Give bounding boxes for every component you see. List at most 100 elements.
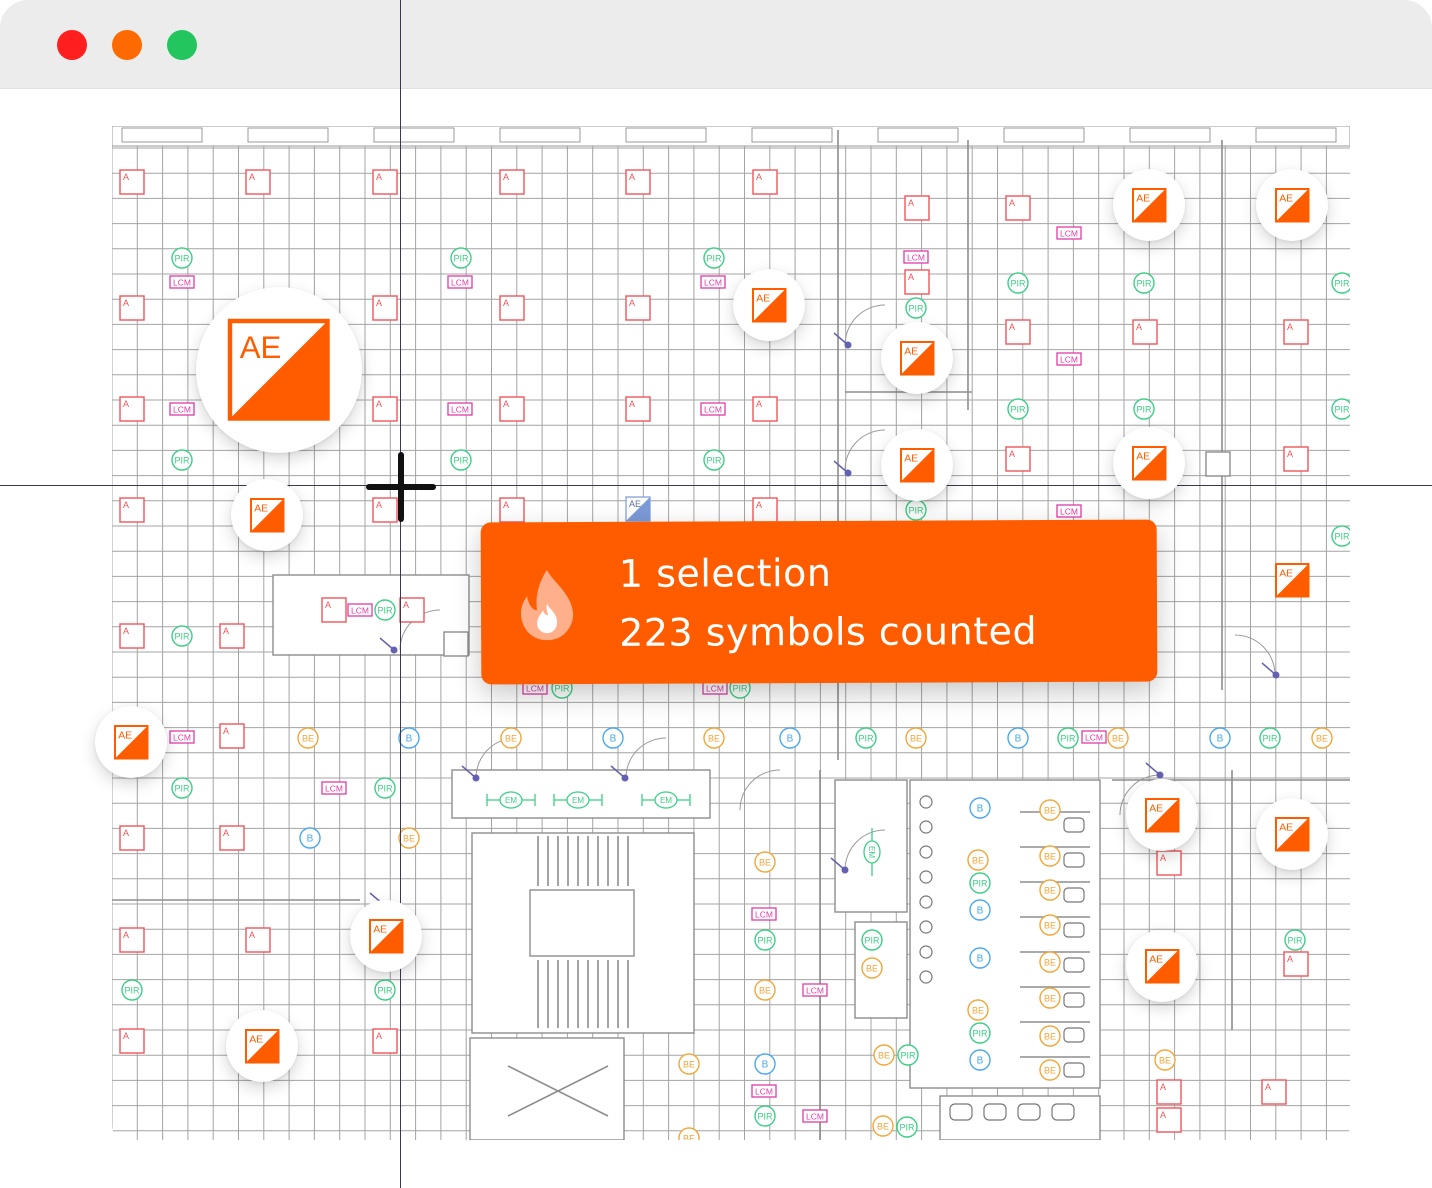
ae-count-marker[interactable]: AE [1113,427,1185,499]
exit-sign-symbol: A [119,1028,145,1054]
svg-text:PIR: PIR [908,506,924,516]
svg-text:A: A [123,500,129,510]
pir-sensor-symbol: PIR [171,449,193,471]
ae-emergency-light-icon: AE [1144,797,1180,833]
b-symbol: B [779,727,801,749]
crosshair-cursor-icon [366,452,436,522]
ae-count-marker[interactable]: AE [1256,798,1328,870]
svg-text:LCM: LCM [1085,733,1103,743]
lcm-symbol: LCM [702,681,728,695]
toilet-block-lower [939,1095,1101,1140]
ae-count-marker[interactable]: AE [881,429,953,501]
lcm-symbol: LCM [321,781,347,795]
ae-count-marker[interactable]: AE [1113,169,1185,241]
lcm-symbol: LCM [1081,730,1107,744]
svg-text:B: B [610,734,617,745]
svg-text:PIR: PIR [1136,405,1152,415]
svg-text:A: A [629,172,635,182]
svg-text:A: A [376,399,382,409]
ae-count-marker[interactable]: AE [1126,779,1198,851]
ae-count-marker[interactable]: AE [226,1010,298,1082]
be-symbol: BE [967,999,989,1021]
svg-text:LCM: LCM [907,253,925,263]
svg-text:PIR: PIR [757,1112,773,1122]
be-symbol: BE [1039,1059,1061,1081]
ae-emergency-light-icon: AE [1274,816,1310,852]
pir-sensor-symbol: PIR [703,449,725,471]
svg-text:PIR: PIR [899,1123,915,1133]
be-symbol: BE [678,1127,700,1140]
svg-text:A: A [1287,322,1293,332]
ae-count-marker[interactable]: AE [95,706,167,778]
b-symbol: B [299,827,321,849]
svg-text:A: A [908,198,914,208]
lcm-symbol: LCM [903,250,929,264]
ae-count-marker[interactable]: AE [231,479,303,551]
door-hinge-dot [1272,671,1280,679]
close-button[interactable] [57,30,87,60]
pir-sensor-symbol: PIR [969,872,991,894]
ae-count-marker[interactable]: AE [1126,930,1198,1002]
exit-sign-symbol: A [119,497,145,523]
ae-emergency-light-icon: AE [244,1028,280,1064]
lcm-symbol: LCM [1056,352,1082,366]
svg-text:EM: EM [867,846,876,858]
svg-text:PIR: PIR [1060,734,1076,744]
door-swing [739,769,781,811]
lift-shaft [469,1037,625,1140]
be-symbol: BE [754,851,776,873]
exit-sign-symbol: A [1156,850,1182,876]
svg-text:B: B [977,906,984,917]
exit-sign-symbol: A [1261,1079,1287,1105]
ae-count-marker[interactable]: AE [1256,169,1328,241]
ae-emergency-light-icon: AE [899,447,935,483]
svg-text:BE: BE [683,1060,695,1070]
title-bar [0,0,1432,89]
svg-text:A: A [376,298,382,308]
svg-text:PIR: PIR [1136,279,1152,289]
svg-text:A: A [249,930,255,940]
ae-count-marker[interactable]: AE [196,287,362,453]
exit-sign-symbol: A [372,396,398,422]
svg-text:A: A [503,172,509,182]
b-symbol: B [1209,727,1231,749]
exit-sign-symbol: A [1005,319,1031,345]
maximize-button[interactable] [167,30,197,60]
door-hinge-dot [844,341,852,349]
svg-text:LCM: LCM [755,1087,773,1097]
ae-emergency-light-icon: AE [228,319,330,421]
be-symbol: BE [1039,987,1061,1009]
be-symbol: BE [967,849,989,871]
be-symbol: BE [754,979,776,1001]
ae-emergency-light-icon: AE [751,287,787,323]
svg-text:LCM: LCM [1060,355,1078,365]
exit-sign-symbol: A [245,169,271,195]
ae-emergency-light-icon: AE [113,724,149,760]
lcm-symbol: LCM [751,907,777,921]
b-symbol: B [969,947,991,969]
ae-emergency-light-icon: AE [1144,948,1180,984]
svg-text:B: B [977,804,984,815]
door-hinge-dot [472,774,480,782]
svg-text:PIR: PIR [124,986,140,996]
ae-emergency-light-icon: AE [1131,445,1167,481]
svg-text:PIR: PIR [174,632,190,642]
svg-text:PIR: PIR [757,936,773,946]
exit-sign-symbol: A [752,169,778,195]
exit-sign-symbol: A [372,295,398,321]
svg-text:A: A [123,172,129,182]
svg-text:PIR: PIR [174,456,190,466]
exit-sign-symbol: A [1283,951,1309,977]
be-symbol: BE [861,957,883,979]
svg-text:BE: BE [708,734,720,744]
ae-count-marker[interactable]: AE [881,322,953,394]
pir-sensor-symbol: PIR [896,1116,918,1138]
ae-count-marker[interactable]: AE [733,269,805,341]
svg-text:A: A [1287,954,1293,964]
exit-sign-symbol: A [1283,319,1309,345]
svg-text:PIR: PIR [706,254,722,264]
ae-count-marker[interactable]: AE [350,900,422,972]
minimize-button[interactable] [112,30,142,60]
svg-text:A: A [503,399,509,409]
svg-text:AE: AE [240,330,282,365]
